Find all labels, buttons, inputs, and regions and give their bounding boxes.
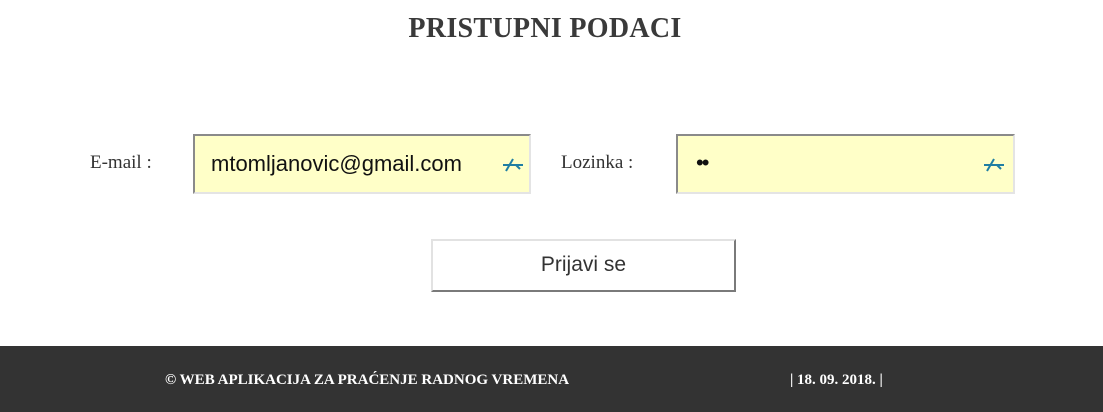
footer-copyright: © WEB APLIKACIJA ZA PRAĆENJE RADNOG VREM… <box>165 372 570 388</box>
key-icon[interactable] <box>983 156 1005 172</box>
page-title: PRISTUPNI PODACI <box>408 13 682 44</box>
key-icon[interactable] <box>502 156 524 172</box>
footer-date: | 18. 09. 2018. | <box>790 372 883 388</box>
password-value[interactable]: •• <box>696 150 709 176</box>
email-label: E-mail : <box>90 152 152 173</box>
password-field[interactable]: •• <box>676 134 1015 194</box>
password-label: Lozinka : <box>561 152 634 173</box>
email-field[interactable]: mtomljanovic@gmail.com <box>193 134 531 194</box>
login-page: PRISTUPNI PODACI E-mail : mtomljanovic@g… <box>0 0 1103 412</box>
email-value[interactable]: mtomljanovic@gmail.com <box>211 151 462 177</box>
login-button[interactable]: Prijavi se <box>431 239 736 292</box>
footer: © WEB APLIKACIJA ZA PRAĆENJE RADNOG VREM… <box>0 346 1103 412</box>
